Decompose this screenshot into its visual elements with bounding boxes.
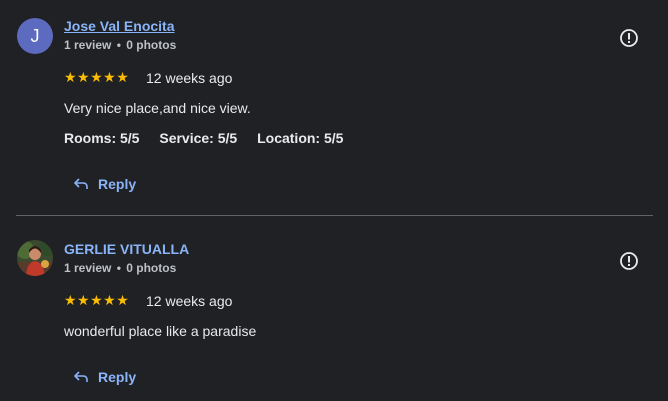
- review-count: 1 review: [64, 38, 112, 52]
- review-text: Very nice place,and nice view.: [64, 100, 251, 116]
- star-rating: ★★★★★: [64, 292, 130, 308]
- avatar[interactable]: J: [17, 18, 53, 54]
- reviewer-meta: 1 review • 0 photos: [64, 38, 176, 52]
- reply-arrow-icon: [74, 371, 88, 382]
- reviewer-meta: 1 review • 0 photos: [64, 261, 176, 275]
- report-icon[interactable]: [619, 251, 639, 271]
- reply-button[interactable]: Reply: [74, 176, 136, 192]
- photo-count: 0 photos: [126, 38, 177, 52]
- meta-separator: •: [116, 261, 121, 275]
- rating-location: Location: 5/5: [257, 130, 344, 146]
- star-rating: ★★★★★: [64, 69, 130, 85]
- meta-separator: •: [116, 38, 121, 52]
- report-icon[interactable]: [619, 28, 639, 48]
- rating-rooms: Rooms: 5/5: [64, 130, 140, 146]
- review-time: 12 weeks ago: [146, 293, 233, 309]
- review-count: 1 review: [64, 261, 112, 275]
- review-card: J Jose Val Enocita 1 review • 0 photos ★…: [0, 0, 668, 215]
- reply-label: Reply: [98, 176, 137, 192]
- avatar[interactable]: [17, 240, 53, 276]
- rating-service: Service: 5/5: [159, 130, 238, 146]
- avatar-photo: [17, 240, 53, 276]
- review-card: GERLIE VITUALLA 1 review • 0 photos ★★★★…: [0, 216, 668, 401]
- reply-button[interactable]: Reply: [74, 369, 136, 385]
- reply-arrow-icon: [74, 178, 88, 189]
- reviewer-name[interactable]: GERLIE VITUALLA: [64, 241, 189, 257]
- sub-ratings: Rooms: 5/5 Service: 5/5 Location: 5/5: [64, 130, 359, 146]
- photo-count: 0 photos: [126, 261, 177, 275]
- reply-label: Reply: [98, 369, 137, 385]
- review-text: wonderful place like a paradise: [64, 323, 257, 339]
- review-time: 12 weeks ago: [146, 70, 233, 86]
- reviewer-name[interactable]: Jose Val Enocita: [64, 18, 175, 34]
